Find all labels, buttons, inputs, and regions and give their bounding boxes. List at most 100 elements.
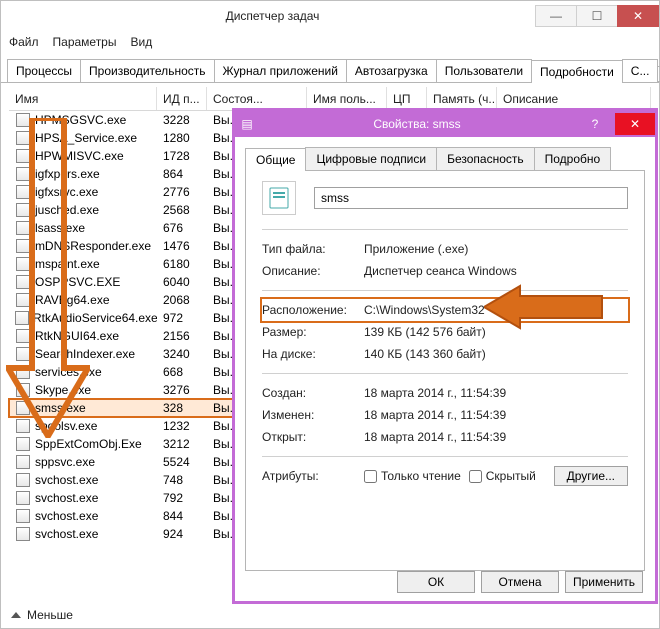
tab-strip: Процессы Производительность Журнал прило… — [1, 53, 659, 83]
cancel-button[interactable]: Отмена — [481, 571, 559, 593]
props-tab-security[interactable]: Безопасность — [436, 147, 535, 170]
opened-value: 18 марта 2014 г., 11:54:39 — [364, 430, 628, 444]
col-name[interactable]: Имя — [9, 87, 157, 110]
process-pid: 924 — [157, 527, 207, 541]
other-attrs-button[interactable]: Другие... — [554, 466, 628, 486]
col-desc[interactable]: Описание — [497, 87, 651, 110]
tab-processes[interactable]: Процессы — [7, 59, 81, 82]
filename-input[interactable] — [314, 187, 628, 209]
process-name: lsass.exe — [35, 221, 85, 235]
process-name: mDNSResponder.exe — [35, 239, 151, 253]
process-pid: 3240 — [157, 347, 207, 361]
process-name: igfxpers.exe — [35, 167, 100, 181]
location-value: C:\Windows\System32 — [364, 303, 628, 317]
process-icon — [15, 184, 31, 200]
process-pid: 6180 — [157, 257, 207, 271]
apply-button[interactable]: Применить — [565, 571, 643, 593]
process-icon — [15, 382, 31, 398]
props-tab-general[interactable]: Общие — [245, 148, 306, 171]
tab-more[interactable]: С... — [622, 59, 659, 82]
process-icon — [15, 346, 31, 362]
hidden-checkbox[interactable]: Скрытый — [469, 469, 536, 483]
process-name: RtkAudioService64.exe — [33, 311, 157, 325]
opened-label: Открыт: — [262, 430, 364, 444]
process-name: OSPPSVC.EXE — [35, 275, 120, 289]
props-help-button[interactable]: ? — [575, 113, 615, 135]
col-mem[interactable]: Память (ч... — [427, 87, 497, 110]
location-label: Расположение: — [262, 303, 364, 317]
size-value: 139 КБ (142 576 байт) — [364, 325, 628, 339]
minimize-button[interactable]: — — [535, 5, 577, 27]
process-pid: 5524 — [157, 455, 207, 469]
props-tab-strip: Общие Цифровые подписи Безопасность Подр… — [245, 147, 645, 171]
process-pid: 6040 — [157, 275, 207, 289]
props-body: Тип файла: Приложение (.exe) Описание: Д… — [245, 171, 645, 571]
props-close-button[interactable]: ✕ — [615, 113, 655, 135]
process-icon — [15, 256, 31, 272]
process-icon — [15, 454, 31, 470]
process-name: RtkNGUI64.exe — [35, 329, 119, 343]
process-icon — [15, 274, 31, 290]
filetype-value: Приложение (.exe) — [364, 242, 628, 256]
menu-options[interactable]: Параметры — [53, 35, 117, 49]
process-icon — [15, 148, 31, 164]
col-user[interactable]: Имя поль... — [307, 87, 387, 110]
process-name: HPMSGSVC.exe — [35, 113, 126, 127]
process-name: services.exe — [35, 365, 102, 379]
process-name: igfxsrvc.exe — [35, 185, 98, 199]
process-icon — [15, 202, 31, 218]
process-pid: 3212 — [157, 437, 207, 451]
process-pid: 844 — [157, 509, 207, 523]
process-name: jusched.exe — [35, 203, 99, 217]
process-name: svchost.exe — [35, 509, 98, 523]
process-icon — [15, 328, 31, 344]
process-icon — [15, 220, 31, 236]
close-button[interactable]: ✕ — [617, 5, 659, 27]
readonly-checkbox[interactable]: Только чтение — [364, 469, 461, 483]
desc-label: Описание: — [262, 264, 364, 278]
props-tab-details[interactable]: Подробно — [534, 147, 612, 170]
process-pid: 3276 — [157, 383, 207, 397]
collapse-icon[interactable] — [11, 612, 21, 618]
col-pid[interactable]: ИД п... — [157, 87, 207, 110]
tab-performance[interactable]: Производительность — [80, 59, 214, 82]
process-pid: 1476 — [157, 239, 207, 253]
tab-details[interactable]: Подробности — [531, 60, 623, 83]
props-tab-signatures[interactable]: Цифровые подписи — [305, 147, 437, 170]
process-icon — [15, 400, 31, 416]
desc-value: Диспетчер сеанса Windows — [364, 264, 628, 278]
titlebar: Диспетчер задач — ☐ ✕ — [1, 1, 659, 31]
menu-bar: Файл Параметры Вид — [1, 31, 659, 53]
process-pid: 2156 — [157, 329, 207, 343]
file-type-icon — [262, 181, 296, 215]
menu-file[interactable]: Файл — [9, 35, 39, 49]
process-name: smss.exe — [35, 401, 86, 415]
process-icon — [15, 364, 31, 380]
tab-apphistory[interactable]: Журнал приложений — [214, 59, 347, 82]
modified-value: 18 марта 2014 г., 11:54:39 — [364, 408, 628, 422]
sysicon: ▤ — [235, 117, 259, 131]
props-title: Свойства: smss — [259, 117, 575, 131]
process-pid: 676 — [157, 221, 207, 235]
window-title: Диспетчер задач — [9, 9, 536, 23]
tab-startup[interactable]: Автозагрузка — [346, 59, 437, 82]
col-status[interactable]: Состоя... — [207, 87, 307, 110]
process-name: HPSA_Service.exe — [35, 131, 137, 145]
process-name: SppExtComObj.Exe — [35, 437, 142, 451]
tab-users[interactable]: Пользователи — [436, 59, 532, 82]
process-icon — [15, 130, 31, 146]
process-pid: 2776 — [157, 185, 207, 199]
maximize-button[interactable]: ☐ — [576, 5, 618, 27]
created-label: Создан: — [262, 386, 364, 400]
process-pid: 792 — [157, 491, 207, 505]
process-pid: 2068 — [157, 293, 207, 307]
col-cpu[interactable]: ЦП — [387, 87, 427, 110]
process-pid: 972 — [157, 311, 207, 325]
process-icon — [15, 436, 31, 452]
process-name: RAVBg64.exe — [35, 293, 110, 307]
fewer-details-link[interactable]: Меньше — [27, 608, 73, 622]
ok-button[interactable]: ОК — [397, 571, 475, 593]
menu-view[interactable]: Вид — [130, 35, 152, 49]
attrs-label: Атрибуты: — [262, 469, 364, 483]
process-pid: 3228 — [157, 113, 207, 127]
